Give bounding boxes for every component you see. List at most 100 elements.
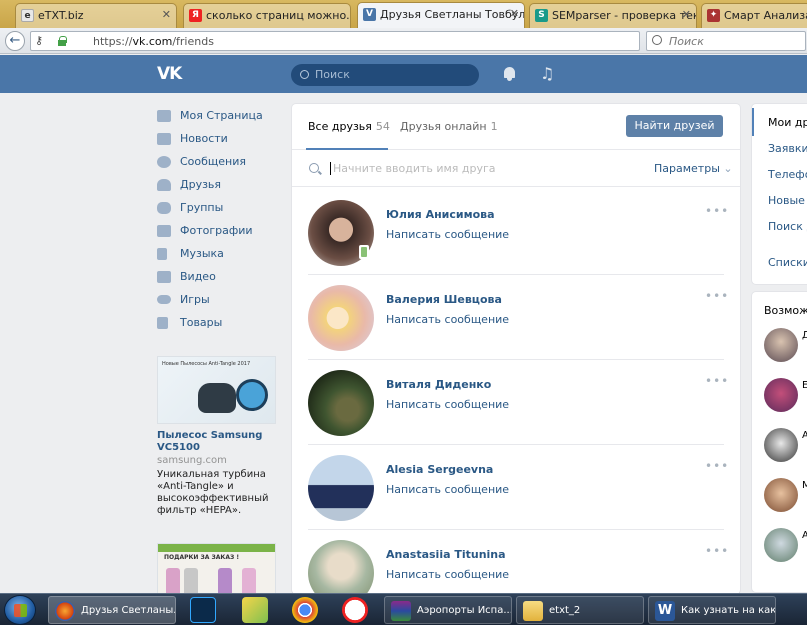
search-icon	[300, 70, 309, 79]
write-message-link[interactable]: Написать сообщение	[386, 398, 509, 411]
address-bar[interactable]: ⚷ https://vk.com/friends ↻	[30, 31, 661, 51]
menu-phones[interactable]: Телефоны	[768, 168, 807, 181]
friend-avatar[interactable]	[308, 540, 374, 594]
more-actions-icon[interactable]: •••	[705, 204, 729, 218]
friend-avatar[interactable]	[308, 370, 374, 436]
sidebar-item-news[interactable]: Новости	[157, 127, 282, 150]
analyzer-favicon-icon: ✦	[707, 9, 720, 22]
menu-search-friends[interactable]: Поиск друзей	[768, 220, 807, 233]
sidebar-item-groups[interactable]: Группы	[157, 196, 282, 219]
ad2-header-bar	[158, 544, 275, 552]
friend-name[interactable]: Anastasiia Titunina	[386, 548, 506, 561]
sidebar-item-video[interactable]: Видео	[157, 265, 282, 288]
friend-avatar[interactable]	[308, 285, 374, 351]
friend-avatar[interactable]	[308, 455, 374, 521]
folder-icon	[523, 601, 543, 621]
sidebar-ad[interactable]: Новые Пылесосы Anti-Tangle 2017 Пылесос …	[157, 356, 276, 517]
product-image	[218, 568, 232, 594]
vk-logo[interactable]: VK	[157, 64, 182, 84]
sidebar-item-photos[interactable]: Фотографии	[157, 219, 282, 242]
etxt-favicon-icon: e	[21, 9, 34, 22]
friend-name[interactable]: Alesia Sergeevna	[386, 463, 493, 476]
url-text[interactable]: https://vk.com/friends	[93, 35, 214, 48]
browser-tab-vk-friends[interactable]: V Друзья Светланы Товбул... ✕	[357, 2, 525, 28]
write-message-link[interactable]: Написать сообщение	[386, 228, 509, 241]
yandex-browser-icon[interactable]	[342, 597, 368, 623]
online-count: 1	[490, 120, 498, 133]
sidebar-ad-2[interactable]: ПОДАРКИ ЗА ЗАКАЗ !	[157, 543, 276, 595]
browser-tab-semparser[interactable]: S SEMparser - проверка тек... ✕	[529, 3, 697, 28]
sidebar-item-friends[interactable]: Друзья	[157, 173, 282, 196]
sidebar-item-messages[interactable]: Сообщения	[157, 150, 282, 173]
more-actions-icon[interactable]: •••	[705, 289, 729, 303]
suggested-name[interactable]: М	[802, 480, 807, 491]
notifications-bell-icon[interactable]	[503, 67, 516, 81]
friend-name[interactable]: Юлия Анисимова	[386, 208, 495, 221]
suggested-avatar[interactable]	[764, 528, 798, 562]
music-note-icon[interactable]: ♫	[540, 64, 554, 83]
close-tab-icon[interactable]: ✕	[682, 8, 691, 21]
write-message-link[interactable]: Написать сообщение	[386, 483, 509, 496]
friends-tabs: Все друзья 54 Друзья онлайн 1 Найти друзей	[292, 104, 740, 150]
more-actions-icon[interactable]: •••	[705, 459, 729, 473]
more-actions-icon[interactable]: •••	[705, 374, 729, 388]
suggested-avatar[interactable]	[764, 478, 798, 512]
winrar-icon	[391, 601, 411, 621]
suggested-name[interactable]: А	[802, 430, 807, 441]
sidebar-item-games[interactable]: Игры	[157, 288, 282, 311]
sidebar-item-my-page[interactable]: Моя Страница	[157, 104, 282, 127]
friends-count: 54	[375, 120, 390, 133]
menu-my-friends[interactable]: Мои друзья	[768, 116, 807, 129]
parameters-dropdown[interactable]: Параметры ⌄	[654, 162, 733, 175]
tab-all-friends[interactable]: Все друзья 54	[308, 120, 390, 133]
taskbar-item-word[interactable]: W Как узнать на как...	[648, 596, 776, 624]
friends-icon	[157, 178, 171, 191]
friends-search-row: Начните вводить имя друга Параметры ⌄	[292, 151, 740, 187]
write-message-link[interactable]: Написать сообщение	[386, 568, 509, 581]
photoshop-icon[interactable]	[190, 597, 216, 623]
find-friends-button[interactable]: Найти друзей	[626, 115, 723, 137]
close-tab-icon[interactable]: ✕	[510, 7, 519, 20]
browser-tab-etxt[interactable]: e eTXT.biz ✕	[15, 3, 177, 28]
suggested-name[interactable]: А	[802, 530, 807, 541]
taskbar-item-winrar[interactable]: Аэропорты Испа...	[384, 596, 512, 624]
product-image	[242, 568, 256, 594]
windows-taskbar: Друзья Светланы... Аэропорты Испа... etx…	[0, 593, 807, 625]
friend-search-input[interactable]: Начните вводить имя друга	[333, 162, 496, 175]
suggested-name[interactable]: Д	[802, 330, 807, 341]
menu-new-friends[interactable]: Новые друзья	[768, 194, 807, 207]
ad-title[interactable]: Пылесос Samsung VC5100	[157, 430, 276, 454]
tab-title: Смарт Анализатор	[724, 9, 807, 22]
browser-tab-yandex[interactable]: Я сколько страниц можно...	[183, 3, 351, 28]
menu-lists[interactable]: Списки	[768, 256, 807, 269]
tab-title: сколько страниц можно...	[206, 9, 351, 22]
menu-requests[interactable]: Заявки	[768, 142, 807, 155]
yandex-favicon-icon: Я	[189, 9, 202, 22]
friend-name[interactable]: Валерия Шевцова	[386, 293, 502, 306]
friend-name[interactable]: Виталя Диденко	[386, 378, 491, 391]
taskbar-item-firefox[interactable]: Друзья Светланы...	[48, 596, 176, 624]
sidebar-item-music[interactable]: Музыка	[157, 242, 282, 265]
taskbar-item-folder[interactable]: etxt_2	[516, 596, 644, 624]
goods-icon	[157, 316, 168, 329]
tab-friends-online[interactable]: Друзья онлайн 1	[400, 120, 498, 133]
suggested-name[interactable]: Е	[802, 380, 807, 391]
sidebar-item-goods[interactable]: Товары	[157, 311, 282, 334]
suggested-avatar[interactable]	[764, 328, 798, 362]
music-icon	[157, 247, 167, 260]
close-tab-icon[interactable]: ✕	[162, 8, 171, 21]
news-icon	[157, 132, 171, 145]
start-button-icon[interactable]	[4, 595, 36, 625]
browser-tab-smart-analyzer[interactable]: ✦ Смарт Анализатор	[701, 3, 807, 28]
more-actions-icon[interactable]: •••	[705, 544, 729, 558]
vk-search-input[interactable]: Поиск	[291, 64, 479, 86]
explorer-icon[interactable]	[242, 597, 268, 623]
browser-search-box[interactable]: Поиск	[646, 31, 806, 51]
back-arrow-icon[interactable]: ←	[5, 31, 25, 51]
suggested-avatar[interactable]	[764, 378, 798, 412]
write-message-link[interactable]: Написать сообщение	[386, 313, 509, 326]
ad2-caption: ПОДАРКИ ЗА ЗАКАЗ !	[164, 554, 240, 561]
ad-image[interactable]: Новые Пылесосы Anti-Tangle 2017	[157, 356, 276, 424]
chrome-icon[interactable]	[292, 597, 318, 623]
suggested-avatar[interactable]	[764, 428, 798, 462]
